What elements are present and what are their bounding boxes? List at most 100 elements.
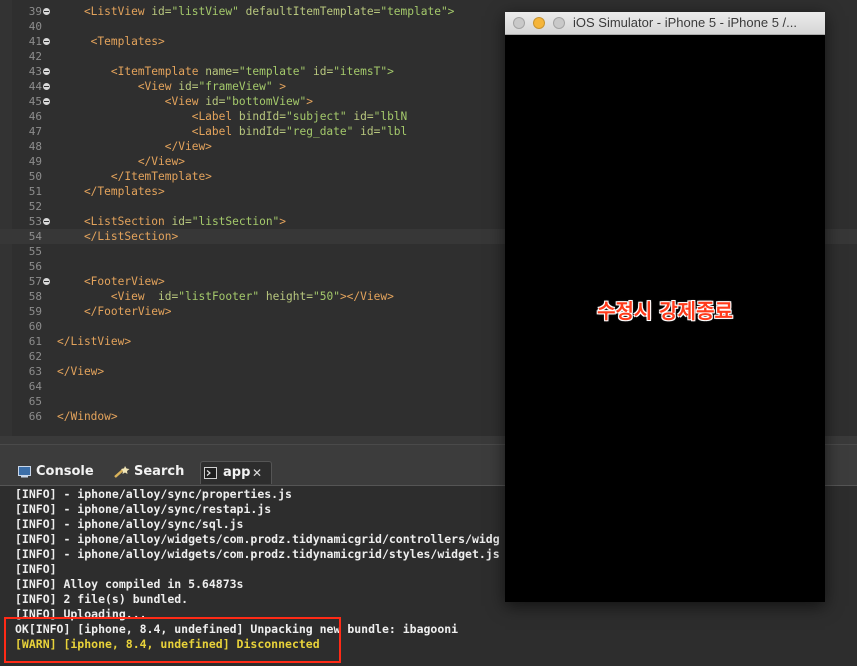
- code-token: <Templates>: [57, 35, 165, 48]
- annotation-highlight-box: [4, 617, 341, 663]
- code-token: id=: [151, 5, 172, 18]
- console-line: [INFO] - iphone/alloy/widgets/com.prodz.…: [15, 532, 500, 546]
- code-text: </View>: [57, 364, 104, 379]
- code-token: >: [306, 95, 313, 108]
- code-token: <Label: [57, 110, 239, 123]
- code-token: </View>: [57, 365, 105, 378]
- close-tab-icon[interactable]: ✕: [252, 462, 262, 484]
- fold-toggle-icon[interactable]: [43, 38, 50, 45]
- code-token: <View: [57, 95, 206, 108]
- line-number: 64: [28, 380, 42, 393]
- code-token: <View: [57, 290, 159, 303]
- code-text: <View id="listFooter" height="50"></View…: [57, 289, 394, 304]
- fold-toggle-icon[interactable]: [43, 278, 50, 285]
- line-number: 56: [28, 260, 42, 273]
- code-token: defaultItemTemplate=: [238, 5, 381, 18]
- code-token: "lblN: [373, 110, 408, 123]
- code-token: "subject": [286, 110, 347, 123]
- close-window-button[interactable]: [513, 17, 525, 29]
- line-number: 51: [28, 185, 42, 198]
- minimize-window-button[interactable]: [533, 17, 545, 29]
- code-token: id=: [306, 65, 334, 78]
- fold-toggle-icon[interactable]: [43, 98, 50, 105]
- fold-toggle-icon[interactable]: [43, 68, 50, 75]
- code-text: <ListSection id="listSection">: [57, 214, 286, 229]
- code-token: "bottomView": [225, 95, 307, 108]
- code-text: <ItemTemplate name="template" id="itemsT…: [57, 64, 394, 79]
- fold-toggle-icon[interactable]: [43, 8, 50, 15]
- code-token: "itemsT">: [333, 65, 394, 78]
- line-number: 44: [28, 80, 42, 93]
- code-token: "reg_date": [286, 125, 354, 138]
- code-text: <View id="bottomView">: [57, 94, 313, 109]
- line-number: 66: [28, 410, 42, 423]
- code-token: height=: [259, 290, 313, 303]
- code-token: "50": [312, 290, 340, 303]
- line-number: 55: [28, 245, 42, 258]
- tab-app-label: app: [223, 465, 251, 480]
- code-token: </Window>: [57, 410, 118, 423]
- code-token: "frameView": [198, 80, 273, 93]
- code-text: <Label bindId="subject" id="lblN: [57, 109, 408, 124]
- code-text: <FooterView>: [57, 274, 165, 289]
- line-number: 50: [28, 170, 42, 183]
- code-token: "template">: [380, 5, 455, 18]
- code-text: </ListSection>: [57, 229, 178, 244]
- code-token: bindId=: [238, 110, 287, 123]
- line-number: 65: [28, 395, 42, 408]
- simulator-title: iOS Simulator - iPhone 5 - iPhone 5 /...: [573, 15, 797, 30]
- console-line: [INFO] - iphone/alloy/widgets/com.prodz.…: [15, 547, 500, 561]
- code-token: <View: [57, 80, 179, 93]
- code-token: </View>: [57, 140, 212, 153]
- code-token: id=: [171, 215, 192, 228]
- line-number: 53: [28, 215, 42, 228]
- line-number: 61: [28, 335, 42, 348]
- console-line: [INFO] Alloy compiled in 5.64873s: [15, 577, 244, 591]
- search-wand-icon: [114, 466, 130, 478]
- console-line: [INFO] - iphone/alloy/sync/restapi.js: [15, 502, 272, 516]
- fold-toggle-icon[interactable]: [43, 218, 50, 225]
- console-line: [INFO] - iphone/alloy/sync/properties.js: [15, 487, 292, 501]
- tab-console-label: Console: [36, 464, 94, 479]
- tab-app[interactable]: app ✕: [200, 461, 272, 484]
- console-line: [INFO]: [15, 562, 57, 576]
- line-number: 41: [28, 35, 42, 48]
- annotation-caption: 수정시 강제종료: [597, 299, 733, 323]
- code-token: "listFooter": [178, 290, 260, 303]
- code-token: name=: [205, 65, 239, 78]
- code-token: <FooterView>: [57, 275, 165, 288]
- line-number: 59: [28, 305, 42, 318]
- ios-simulator-window[interactable]: iOS Simulator - iPhone 5 - iPhone 5 /...…: [505, 12, 825, 602]
- line-number: 62: [28, 350, 42, 363]
- code-text: <Templates>: [57, 34, 165, 49]
- code-token: </Templates>: [57, 185, 165, 198]
- code-token: ></View>: [339, 290, 394, 303]
- code-text: </View>: [57, 154, 185, 169]
- code-token: "template": [238, 65, 307, 78]
- code-token: "lbl: [380, 125, 408, 138]
- code-text: </ItemTemplate>: [57, 169, 212, 184]
- code-token: </ItemTemplate>: [57, 170, 212, 183]
- code-text: </Templates>: [57, 184, 165, 199]
- code-token: "listSection": [191, 215, 280, 228]
- line-number: 57: [28, 275, 42, 288]
- line-number: 40: [28, 20, 42, 33]
- code-token: "listView": [171, 5, 239, 18]
- code-token: </FooterView>: [57, 305, 172, 318]
- line-number: 54: [28, 230, 42, 243]
- code-token: id=: [178, 80, 199, 93]
- code-text: <Label bindId="reg_date" id="lbl: [57, 124, 408, 139]
- tab-search[interactable]: Search: [112, 461, 184, 483]
- fold-toggle-icon[interactable]: [43, 83, 50, 90]
- zoom-window-button[interactable]: [553, 17, 565, 29]
- code-text: </View>: [57, 139, 212, 154]
- line-number: 52: [28, 200, 42, 213]
- code-text: <View id="frameView" >: [57, 79, 286, 94]
- tab-console[interactable]: Console: [16, 461, 94, 483]
- code-token: <ListView: [57, 5, 152, 18]
- code-text: </ListView>: [57, 334, 131, 349]
- simulator-titlebar[interactable]: iOS Simulator - iPhone 5 - iPhone 5 /...: [505, 12, 825, 35]
- code-token: id=: [346, 110, 374, 123]
- simulator-screen[interactable]: 수정시 강제종료: [505, 35, 825, 602]
- console-icon: [18, 466, 31, 478]
